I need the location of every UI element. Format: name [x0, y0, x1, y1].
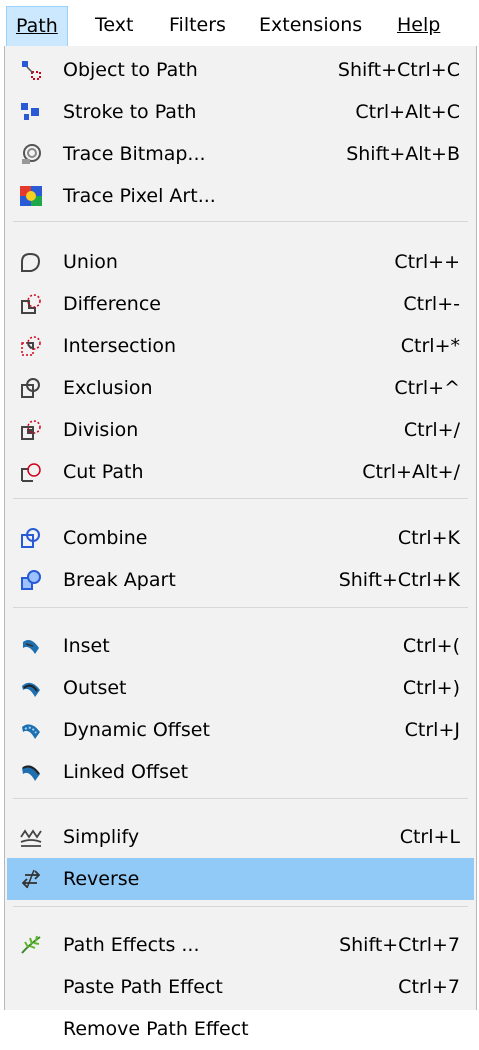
- linked-offset-icon: [19, 760, 43, 784]
- exclusion-icon: [19, 376, 43, 400]
- division-icon: [19, 418, 43, 442]
- trace-bitmap-shortcut: Shift+Alt+B: [346, 143, 460, 165]
- menu-item-object-to-path[interactable]: Object to Path Shift+Ctrl+C: [7, 49, 474, 91]
- simplify-icon: [19, 825, 43, 849]
- path-menu-dropdown: Object to Path Shift+Ctrl+C Stroke to Pa…: [4, 46, 477, 1040]
- menu-text[interactable]: Text: [86, 6, 142, 46]
- cut-path-label: Cut Path: [63, 461, 144, 483]
- menu-separator: [13, 798, 468, 799]
- menu-item-simplify[interactable]: Simplify Ctrl+L: [7, 816, 474, 858]
- menu-item-difference[interactable]: Difference Ctrl+-: [7, 283, 474, 325]
- menu-item-trace-bitmap[interactable]: Trace Bitmap... Shift+Alt+B: [7, 133, 474, 175]
- path-effects-icon: [19, 933, 43, 957]
- menu-item-path-effects[interactable]: Path Effects ... Shift+Ctrl+7: [7, 924, 474, 966]
- menu-help[interactable]: Help: [388, 6, 449, 46]
- menu-item-linked-offset[interactable]: Linked Offset: [7, 751, 474, 793]
- menu-item-cut-path[interactable]: Cut Path Ctrl+Alt+/: [7, 451, 474, 493]
- break-apart-shortcut: Shift+Ctrl+K: [338, 569, 460, 591]
- simplify-label: Simplify: [63, 826, 140, 848]
- union-shortcut: Ctrl++: [394, 251, 460, 273]
- outset-label: Outset: [63, 677, 127, 699]
- menu-item-dynamic-offset[interactable]: Dynamic Offset Ctrl+J: [7, 709, 474, 751]
- menu-item-trace-pixel-art[interactable]: Trace Pixel Art...: [7, 175, 474, 217]
- trace-bitmap-label: Trace Bitmap...: [63, 143, 206, 165]
- intersection-shortcut: Ctrl+*: [400, 335, 460, 357]
- menu-item-remove-path-effect[interactable]: Remove Path Effect: [7, 1008, 474, 1050]
- linked-offset-label: Linked Offset: [63, 761, 189, 783]
- cut-path-shortcut: Ctrl+Alt+/: [362, 461, 460, 483]
- stroke-to-path-icon: [19, 100, 43, 124]
- menu-item-outset[interactable]: Outset Ctrl+): [7, 667, 474, 709]
- combine-icon: [19, 526, 43, 550]
- inset-icon: [19, 634, 43, 658]
- path-effects-label: Path Effects ...: [63, 934, 200, 956]
- break-apart-icon: [19, 568, 43, 592]
- menu-item-division[interactable]: Division Ctrl+/: [7, 409, 474, 451]
- division-shortcut: Ctrl+/: [403, 419, 460, 441]
- difference-shortcut: Ctrl+-: [403, 293, 460, 315]
- stroke-to-path-label: Stroke to Path: [63, 101, 197, 123]
- simplify-shortcut: Ctrl+L: [399, 826, 460, 848]
- inset-shortcut: Ctrl+(: [402, 635, 460, 657]
- remove-path-effect-label: Remove Path Effect: [63, 1018, 249, 1040]
- paste-path-effect-label: Paste Path Effect: [63, 976, 223, 998]
- menubar: Path Text Filters Extensions Help: [0, 0, 479, 46]
- menu-item-stroke-to-path[interactable]: Stroke to Path Ctrl+Alt+C: [7, 91, 474, 133]
- combine-shortcut: Ctrl+K: [397, 527, 460, 549]
- dynamic-offset-label: Dynamic Offset: [63, 719, 210, 741]
- difference-label: Difference: [63, 293, 161, 315]
- union-label: Union: [63, 251, 118, 273]
- menu-help-label: Help: [397, 14, 441, 36]
- menu-item-inset[interactable]: Inset Ctrl+(: [7, 625, 474, 667]
- trace-pixel-art-label: Trace Pixel Art...: [63, 185, 216, 207]
- menu-item-reverse[interactable]: Reverse: [7, 858, 474, 900]
- exclusion-label: Exclusion: [63, 377, 153, 399]
- dynamic-offset-icon: [19, 718, 43, 742]
- menu-path[interactable]: Path: [6, 6, 68, 46]
- stroke-to-path-shortcut: Ctrl+Alt+C: [355, 101, 460, 123]
- object-to-path-icon: [19, 58, 43, 82]
- menu-item-combine[interactable]: Combine Ctrl+K: [7, 517, 474, 559]
- menu-filters-label: Filters: [169, 14, 226, 36]
- outset-shortcut: Ctrl+): [402, 677, 460, 699]
- menu-separator: [13, 221, 468, 222]
- intersection-icon: [19, 334, 43, 358]
- trace-bitmap-icon: [19, 142, 43, 166]
- menu-item-paste-path-effect[interactable]: Paste Path Effect Ctrl+7: [7, 966, 474, 1008]
- difference-icon: [19, 292, 43, 316]
- menu-separator: [13, 607, 468, 608]
- combine-label: Combine: [63, 527, 148, 549]
- object-to-path-shortcut: Shift+Ctrl+C: [337, 59, 460, 81]
- cut-path-icon: [19, 460, 43, 484]
- reverse-icon: [19, 867, 43, 891]
- path-effects-shortcut: Shift+Ctrl+7: [339, 934, 460, 956]
- trace-pixel-art-icon: [19, 184, 43, 208]
- inset-label: Inset: [63, 635, 110, 657]
- menu-separator: [13, 906, 468, 907]
- menu-item-exclusion[interactable]: Exclusion Ctrl+^: [7, 367, 474, 409]
- menu-item-intersection[interactable]: Intersection Ctrl+*: [7, 325, 474, 367]
- paste-path-effect-shortcut: Ctrl+7: [398, 976, 460, 998]
- dynamic-offset-shortcut: Ctrl+J: [404, 719, 460, 741]
- outset-icon: [19, 676, 43, 700]
- menu-item-union[interactable]: Union Ctrl++: [7, 241, 474, 283]
- reverse-label: Reverse: [63, 868, 140, 890]
- menu-extensions-label: Extensions: [259, 14, 363, 36]
- union-icon: [19, 250, 43, 274]
- menu-text-label: Text: [95, 14, 134, 36]
- menu-item-break-apart[interactable]: Break Apart Shift+Ctrl+K: [7, 559, 474, 601]
- menu-separator: [13, 498, 468, 499]
- object-to-path-label: Object to Path: [63, 59, 198, 81]
- break-apart-label: Break Apart: [63, 569, 176, 591]
- menu-path-label: Path: [16, 15, 58, 37]
- menu-filters[interactable]: Filters: [160, 6, 235, 46]
- intersection-label: Intersection: [63, 335, 177, 357]
- exclusion-shortcut: Ctrl+^: [394, 377, 460, 399]
- division-label: Division: [63, 419, 139, 441]
- menu-extensions[interactable]: Extensions: [250, 6, 371, 46]
